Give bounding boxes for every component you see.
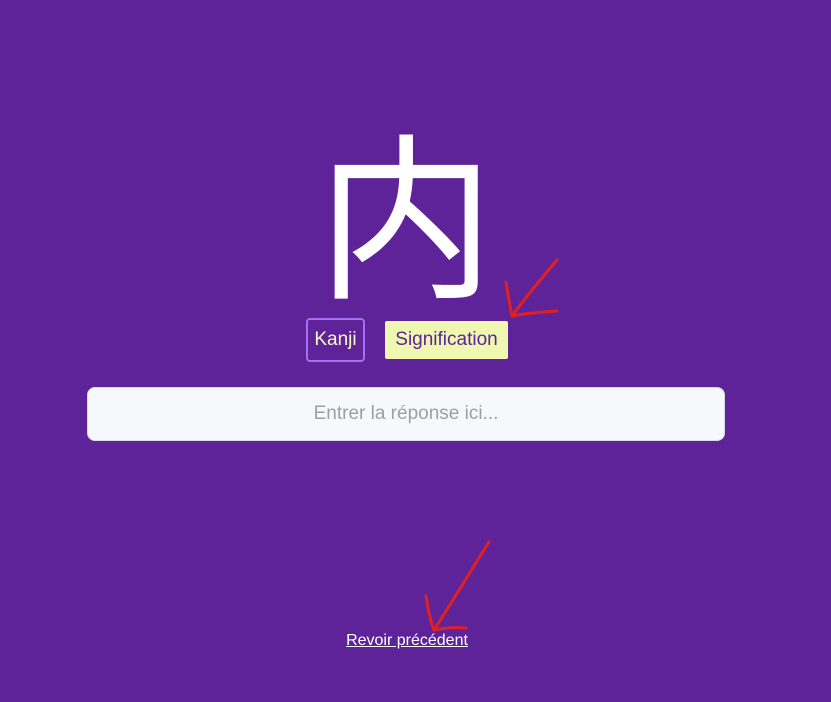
kanji-character: 内	[317, 119, 495, 326]
answer-input[interactable]	[87, 387, 725, 441]
kanji-tag[interactable]: Kanji	[306, 318, 365, 362]
arrow-annotation-review-previous	[424, 540, 491, 632]
signification-tag[interactable]: Signification	[385, 321, 508, 359]
review-previous-link[interactable]: Revoir précédent	[0, 632, 814, 650]
